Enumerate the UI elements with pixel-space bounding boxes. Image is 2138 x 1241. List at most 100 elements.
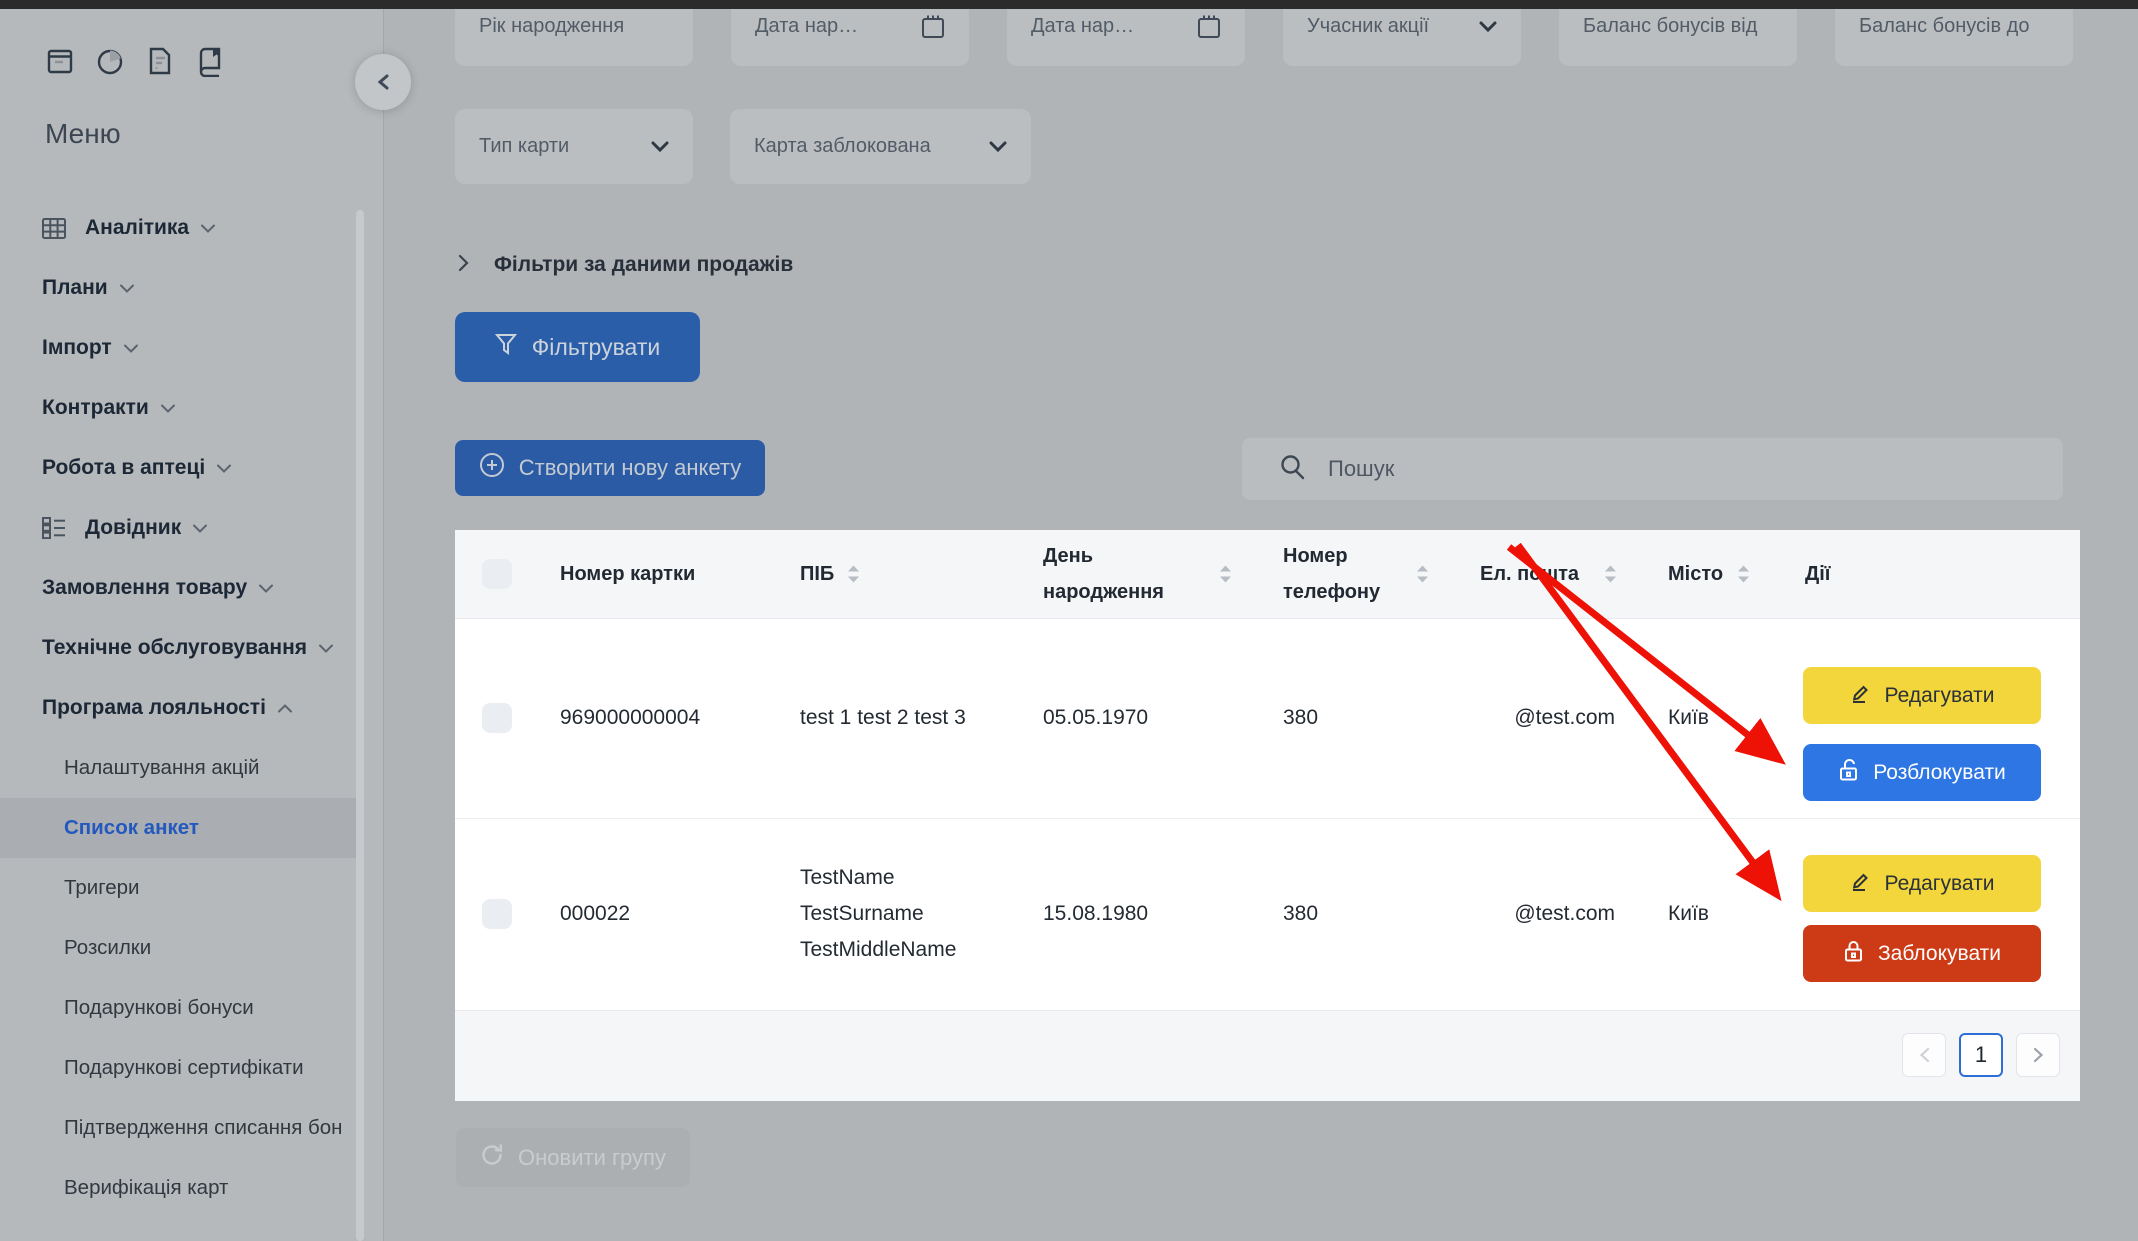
cell-birthday: 05.05.1970: [1043, 700, 1148, 736]
row-checkbox[interactable]: [482, 899, 512, 929]
book-icon[interactable]: [194, 44, 226, 78]
sidebar-item-label: Програма лояльності: [42, 696, 266, 720]
filter-card-type[interactable]: Тип карти: [455, 109, 693, 184]
cell-full-name: TestName TestSurname TestMiddleName: [800, 860, 956, 968]
archive-icon[interactable]: [44, 44, 76, 78]
sidebar-quick-icons: [44, 44, 226, 78]
chevron-right-icon: [458, 254, 469, 277]
sidebar-item-loyalty-program[interactable]: Програма лояльності: [0, 678, 360, 738]
filter-label: Дата нар…: [1031, 15, 1134, 38]
filter-label: Рік народження: [479, 15, 624, 38]
filter-card-blocked[interactable]: Карта заблокована: [730, 109, 1031, 184]
search-input[interactable]: [1326, 455, 1930, 483]
sidebar-subitem-card-verification[interactable]: Верифікація карт: [0, 1158, 341, 1218]
sidebar-scrollbar[interactable]: [356, 210, 364, 1241]
document-icon[interactable]: [144, 44, 176, 78]
sidebar-item-plans[interactable]: Плани: [0, 258, 360, 318]
filter-bonus-balance-to[interactable]: Баланс бонусів до: [1835, 0, 2073, 66]
unlock-button[interactable]: Розблокувати: [1803, 744, 2041, 801]
filter-promo-participant[interactable]: Учасник акції: [1283, 0, 1521, 66]
cell-city: Київ: [1668, 700, 1709, 736]
filter-label: Дата нар…: [755, 15, 858, 38]
sort-icon[interactable]: [1417, 566, 1428, 583]
filter-birth-year[interactable]: Рік народження: [455, 0, 693, 66]
sort-icon[interactable]: [1738, 566, 1749, 583]
create-questionnaire-label: Створити нову анкету: [519, 455, 741, 481]
funnel-icon: [495, 333, 517, 362]
sidebar-item-pharmacy-work[interactable]: Робота в аптеці: [0, 438, 360, 498]
chevron-down-icon: [201, 224, 215, 233]
row-checkbox[interactable]: [482, 703, 512, 733]
search-icon: [1280, 454, 1306, 485]
sidebar-item-label: Довідник: [85, 516, 181, 540]
list-icon: [42, 516, 68, 540]
edit-button[interactable]: Редагувати: [1803, 855, 2041, 912]
chevron-down-icon: [1479, 21, 1497, 32]
pagination-page-1[interactable]: 1: [1959, 1033, 2003, 1077]
cell-birthday: 15.08.1980: [1043, 896, 1148, 932]
sidebar-item-contracts[interactable]: Контракти: [0, 378, 360, 438]
filter-label: Учасник акції: [1307, 15, 1429, 38]
sales-filters-toggle[interactable]: Фільтри за даними продажів: [458, 248, 793, 282]
edit-button-label: Редагувати: [1885, 684, 1995, 708]
calendar-icon[interactable]: [1197, 14, 1221, 39]
unlock-icon: [1838, 758, 1860, 788]
column-header-full-name: ПІБ: [800, 556, 834, 592]
filter-label: Баланс бонусів від: [1583, 15, 1757, 38]
pie-chart-icon[interactable]: [94, 44, 126, 78]
sidebar-collapse-button[interactable]: [355, 54, 411, 110]
cell-card-number: 969000000004: [560, 700, 700, 736]
filter-button-label: Фільтрувати: [532, 334, 660, 361]
table-row: 969000000004 test 1 test 2 test 3 05.05.…: [455, 618, 2080, 819]
sidebar-item-import[interactable]: Імпорт: [0, 318, 360, 378]
window-top-edge: [0, 0, 2138, 9]
filter-button[interactable]: Фільтрувати: [455, 312, 700, 382]
sidebar-subitem-label: Подарункові бонуси: [64, 996, 254, 1020]
sidebar-subitem-questionnaire-list[interactable]: Список анкет: [0, 798, 357, 858]
chevron-up-icon: [278, 704, 292, 713]
sidebar-subitem-mailings[interactable]: Розсилки: [0, 918, 341, 978]
column-header-actions: Дії: [1805, 556, 1830, 592]
edit-button[interactable]: Редагувати: [1803, 667, 2041, 724]
lock-button[interactable]: Заблокувати: [1803, 925, 2041, 982]
sidebar-item-label: Імпорт: [42, 336, 112, 360]
cell-city: Київ: [1668, 896, 1709, 932]
sidebar-subitem-promo-settings[interactable]: Налаштування акцій: [0, 738, 341, 798]
chevron-left-icon: [377, 74, 390, 90]
sales-filters-label: Фільтри за даними продажів: [494, 253, 793, 277]
sort-icon[interactable]: [848, 566, 859, 583]
sidebar-subitem-label: Верифікація карт: [64, 1176, 228, 1200]
cell-phone: 380: [1283, 700, 1318, 736]
sidebar-subitem-triggers[interactable]: Тригери: [0, 858, 341, 918]
search-box[interactable]: [1242, 438, 2063, 500]
sidebar-item-label: Контракти: [42, 396, 149, 420]
pagination-next-button[interactable]: [2016, 1033, 2060, 1077]
chevron-down-icon: [989, 141, 1007, 152]
column-header-phone: Номер телефону: [1283, 538, 1403, 610]
update-group-button[interactable]: Оновити групу: [456, 1128, 690, 1187]
filter-birth-date-from[interactable]: Дата нар…: [731, 0, 969, 66]
lock-button-label: Заблокувати: [1878, 942, 2001, 966]
sort-icon[interactable]: [1605, 566, 1616, 583]
filter-bonus-balance-from[interactable]: Баланс бонусів від: [1559, 0, 1797, 66]
unlock-button-label: Розблокувати: [1873, 761, 2006, 785]
sidebar-subitem-gift-bonuses[interactable]: Подарункові бонуси: [0, 978, 341, 1038]
chevron-down-icon: [161, 404, 175, 413]
pagination-prev-button[interactable]: [1902, 1033, 1946, 1077]
chevron-down-icon: [319, 644, 333, 653]
sidebar-subitem-bonus-writeoff-confirm[interactable]: Підтвердження списання бону…: [0, 1098, 341, 1158]
cell-full-name: test 1 test 2 test 3: [800, 700, 966, 736]
sidebar-item-maintenance[interactable]: Технічне обслуговування: [0, 618, 360, 678]
sidebar-subitem-gift-certificates[interactable]: Подарункові сертифікати: [0, 1038, 341, 1098]
sidebar-item-analytics[interactable]: Аналітика: [0, 198, 360, 258]
table-footer: 1: [455, 1010, 2080, 1101]
create-questionnaire-button[interactable]: Створити нову анкету: [455, 440, 765, 496]
select-all-checkbox[interactable]: [482, 559, 512, 589]
chevron-right-icon: [2033, 1047, 2044, 1063]
sort-icon[interactable]: [1220, 566, 1231, 583]
sidebar-item-directory[interactable]: Довідник: [0, 498, 360, 558]
sidebar-item-goods-order[interactable]: Замовлення товару: [0, 558, 360, 618]
sidebar-title: Меню: [45, 118, 121, 150]
filter-birth-date-to[interactable]: Дата нар…: [1007, 0, 1245, 66]
calendar-icon[interactable]: [921, 14, 945, 39]
